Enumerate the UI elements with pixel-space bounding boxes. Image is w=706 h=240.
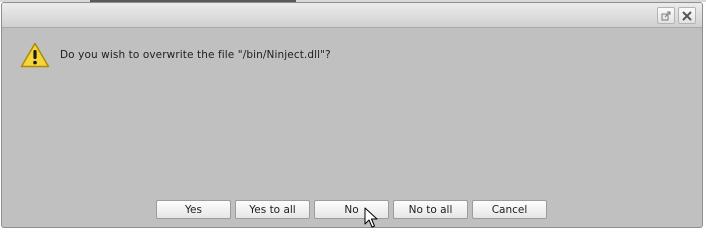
overwrite-confirm-dialog: Do you wish to overwrite the file "/bin/…	[1, 2, 703, 228]
no-button[interactable]: No	[314, 200, 389, 219]
popout-icon	[661, 11, 671, 20]
popout-button[interactable]	[657, 7, 675, 24]
warning-icon	[20, 42, 50, 68]
close-button[interactable]	[678, 7, 696, 24]
close-icon	[682, 11, 692, 20]
cancel-button[interactable]: Cancel	[472, 200, 547, 219]
yes-to-all-button[interactable]: Yes to all	[235, 200, 310, 219]
dialog-message: Do you wish to overwrite the file "/bin/…	[60, 49, 331, 61]
dialog-titlebar[interactable]	[2, 3, 702, 28]
no-to-all-button[interactable]: No to all	[393, 200, 468, 219]
yes-button[interactable]: Yes	[156, 200, 231, 219]
message-row: Do you wish to overwrite the file "/bin/…	[20, 41, 331, 69]
